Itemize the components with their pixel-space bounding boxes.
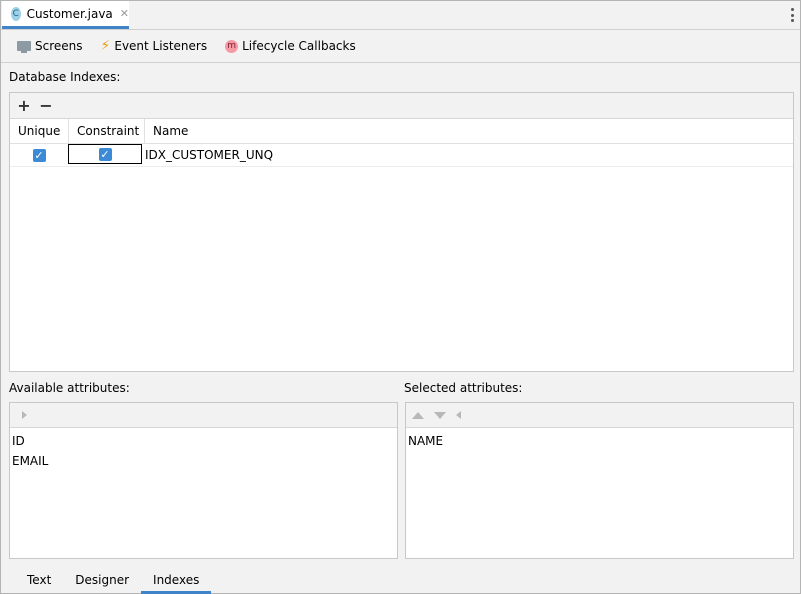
screens-label: Screens [35,39,83,53]
list-item[interactable]: EMAIL [10,451,397,471]
available-attributes-list: ID EMAIL [10,428,397,471]
editor-window: C Customer.java ✕ Screens ⚡ Event Listen… [0,0,801,594]
tab-text[interactable]: Text [15,569,63,591]
constraint-checkbox[interactable]: ✓ [98,147,112,161]
tab-designer[interactable]: Designer [63,569,141,591]
name-cell[interactable]: IDX_CUSTOMER_UNQ [142,144,793,166]
move-up-icon[interactable] [412,411,424,419]
list-item[interactable]: ID [10,431,397,451]
unique-cell: ✓ [10,144,68,166]
file-tab-label: Customer.java [26,6,113,21]
file-tab-customer[interactable]: C Customer.java ✕ [2,1,129,29]
database-indexes-table: + − Unique Constraint Name ✓ ✓ IDX_CUSTO… [9,92,794,372]
method-icon: m [225,39,239,53]
class-file-icon: C [11,6,21,21]
close-icon[interactable]: ✕ [120,7,129,20]
database-indexes-label: Database Indexes: [9,70,121,84]
monitor-icon [17,41,31,53]
screens-button[interactable]: Screens [17,39,83,53]
lifecycle-callbacks-button[interactable]: m Lifecycle Callbacks [225,39,356,53]
lifecycle-callbacks-label: Lifecycle Callbacks [242,39,356,53]
add-index-button[interactable]: + [16,96,32,115]
list-item[interactable]: NAME [406,431,793,451]
table-header: Unique Constraint Name [10,119,793,144]
available-attributes-label: Available attributes: [9,381,130,395]
constraint-cell[interactable]: ✓ [68,144,142,164]
indexes-toolbar: + − [10,93,793,119]
lightning-icon: ⚡ [100,38,111,54]
selected-attributes-list: NAME [406,428,793,451]
tab-indexes[interactable]: Indexes [141,569,212,594]
more-options-icon[interactable] [790,8,794,22]
available-attributes-toolbar [10,403,397,428]
unique-checkbox[interactable]: ✓ [32,148,46,162]
selected-attributes-toolbar [406,403,793,428]
event-listeners-label: Event Listeners [114,39,208,53]
selected-attributes-label: Selected attributes: [404,381,523,395]
column-header-constraint[interactable]: Constraint [69,119,145,143]
column-header-unique[interactable]: Unique [10,119,69,143]
editor-bottom-tabs: Text Designer Indexes [15,569,212,594]
table-row[interactable]: ✓ ✓ IDX_CUSTOMER_UNQ [10,144,793,167]
move-down-icon[interactable] [434,411,446,419]
column-header-name[interactable]: Name [145,119,793,143]
index-name: IDX_CUSTOMER_UNQ [145,148,274,162]
available-attributes-panel: ID EMAIL [9,402,398,559]
event-listeners-button[interactable]: ⚡ Event Listeners [101,39,208,53]
selected-attributes-panel: NAME [405,402,794,559]
move-right-icon[interactable] [22,411,27,419]
move-left-icon[interactable] [456,411,461,419]
editor-tab-bar: C Customer.java ✕ [1,1,800,30]
remove-index-button[interactable]: − [38,96,54,115]
entity-toolbar: Screens ⚡ Event Listeners m Lifecycle Ca… [1,30,800,63]
